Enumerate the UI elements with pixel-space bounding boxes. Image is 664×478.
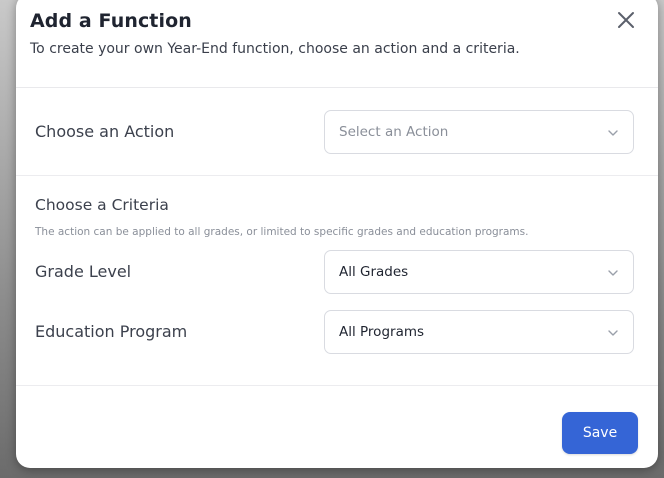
criteria-description: The action can be applied to all grades,… [35, 226, 529, 238]
chevron-down-icon [608, 270, 618, 276]
dialog-header: Add a Function To create your own Year-E… [16, 0, 658, 88]
dialog-title: Add a Function [30, 10, 192, 32]
education-program-value: All Programs [339, 324, 425, 340]
close-button[interactable] [614, 8, 638, 32]
save-button[interactable]: Save [562, 412, 638, 454]
action-label: Choose an Action [35, 122, 175, 141]
grade-level-value: All Grades [339, 264, 409, 280]
criteria-section: Choose a Criteria The action can be appl… [16, 176, 658, 386]
action-section: Choose an Action Select an Action [16, 88, 658, 176]
grade-level-label: Grade Level [35, 262, 132, 281]
close-icon [618, 12, 634, 28]
dialog-subtitle: To create your own Year-End function, ch… [30, 41, 520, 57]
dialog-footer: Save [16, 386, 658, 468]
criteria-title: Choose a Criteria [35, 196, 169, 214]
education-program-label: Education Program [35, 322, 188, 341]
chevron-down-icon [608, 130, 618, 136]
chevron-down-icon [608, 330, 618, 336]
education-program-select[interactable]: All Programs [324, 310, 634, 354]
grade-level-select[interactable]: All Grades [324, 250, 634, 294]
action-select[interactable]: Select an Action [324, 110, 634, 154]
add-function-dialog: Add a Function To create your own Year-E… [16, 0, 658, 468]
action-select-placeholder: Select an Action [339, 124, 449, 140]
